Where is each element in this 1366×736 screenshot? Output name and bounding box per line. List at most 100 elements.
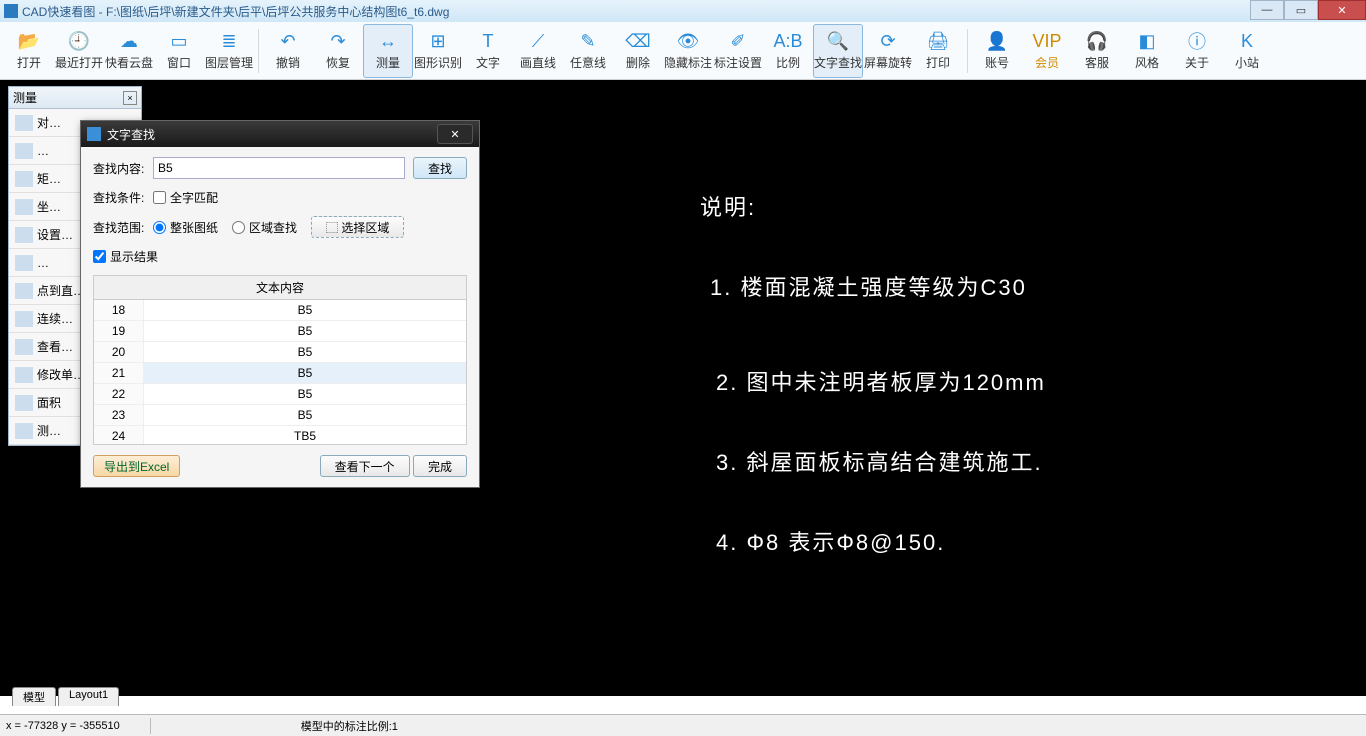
result-value: TB5 xyxy=(144,426,466,445)
tool-label: 文字 xyxy=(476,54,500,71)
measure-panel-title: 测量 × xyxy=(9,87,141,109)
tool-比例[interactable]: A:B比例 xyxy=(763,24,813,78)
window-controls: — ▭ ✕ xyxy=(1250,0,1366,20)
tool-隐藏标注[interactable]: 👁隐藏标注 xyxy=(663,24,713,78)
tool-label: 客服 xyxy=(1085,54,1109,71)
画直线-icon: ⟋ xyxy=(526,30,550,52)
tool-画直线[interactable]: ⟋ 画直线 xyxy=(513,24,563,78)
tool-label: 打印 xyxy=(926,54,950,71)
search-button[interactable]: 查找 xyxy=(413,157,467,179)
result-row[interactable]: 18B5 xyxy=(94,300,466,321)
删除-icon: ⌫ xyxy=(626,30,650,52)
关于-icon: ⓘ xyxy=(1185,30,1209,52)
tool-关于[interactable]: ⓘ关于 xyxy=(1172,24,1222,78)
scope-all-option[interactable]: 整张图纸 xyxy=(153,219,218,236)
find-content-label: 查找内容: xyxy=(93,160,153,177)
scope-region-option[interactable]: 区域查找 xyxy=(232,219,297,236)
tool-任意线[interactable]: ✎任意线 xyxy=(563,24,613,78)
view-next-button[interactable]: 查看下一个 xyxy=(320,455,410,477)
tool-撤销[interactable]: ↶撤销 xyxy=(263,24,313,78)
show-results-checkbox[interactable] xyxy=(93,250,106,263)
status-coords: x = -77328 y = -355510 xyxy=(6,720,120,732)
maximize-button[interactable]: ▭ xyxy=(1284,0,1318,20)
measure-item-label: … xyxy=(37,256,49,270)
tool-屏幕旋转[interactable]: ⟳屏幕旋转 xyxy=(863,24,913,78)
tool-文字[interactable]: T文字 xyxy=(463,24,513,78)
tool-风格[interactable]: ◧风格 xyxy=(1122,24,1172,78)
result-row[interactable]: 24TB5 xyxy=(94,426,466,445)
results-column-header: 文本内容 xyxy=(94,276,466,300)
result-row[interactable]: 19B5 xyxy=(94,321,466,342)
dialog-title-text: 文字查找 xyxy=(107,126,155,143)
tool-快看云盘[interactable]: ☁快看云盘 xyxy=(104,24,154,78)
最近打开-icon: 🕘 xyxy=(67,30,91,52)
scope-region-radio[interactable] xyxy=(232,221,245,234)
标注设置-icon: ✐ xyxy=(726,30,750,52)
show-results-option[interactable]: 显示结果 xyxy=(93,248,158,265)
tool-小站[interactable]: K小站 xyxy=(1222,24,1272,78)
statusbar: x = -77328 y = -355510 模型中的标注比例:1 xyxy=(0,714,1366,736)
full-match-checkbox[interactable] xyxy=(153,191,166,204)
tool-账号[interactable]: 👤账号 xyxy=(972,24,1022,78)
layout-tab-layout1[interactable]: Layout1 xyxy=(58,687,119,706)
快看云盘-icon: ☁ xyxy=(117,30,141,52)
tool-测量[interactable]: ↔测量 xyxy=(363,24,413,78)
tool-图形识别[interactable]: ⊞图形识别 xyxy=(413,24,463,78)
result-index: 22 xyxy=(94,384,144,404)
tool-label: 窗口 xyxy=(167,54,191,71)
measure-panel-title-text: 测量 xyxy=(13,89,37,106)
status-scale: 模型中的标注比例:1 xyxy=(301,718,398,734)
measure-item-label: 测… xyxy=(37,422,61,439)
result-row[interactable]: 22B5 xyxy=(94,384,466,405)
titlebar: CAD快速看图 - F:\图纸\后坪\新建文件夹\后平\后坪公共服务中心结构图t… xyxy=(0,0,1366,22)
app-icon xyxy=(4,4,18,18)
measure-panel-close-icon[interactable]: × xyxy=(123,91,137,105)
tool-会员[interactable]: VIP会员 xyxy=(1022,24,1072,78)
tool-客服[interactable]: 🎧客服 xyxy=(1072,24,1122,78)
results-table[interactable]: 文本内容 18B519B520B521B522B523B524TB5 xyxy=(93,275,467,445)
窗口-icon: ▭ xyxy=(167,30,191,52)
export-excel-button[interactable]: 导出到Excel xyxy=(93,455,180,477)
tool-删除[interactable]: ⌫删除 xyxy=(613,24,663,78)
tool-标注设置[interactable]: ✐标注设置 xyxy=(713,24,763,78)
drawing-note-2: 2. 图中未注明者板厚为120mm xyxy=(716,365,1046,397)
result-index: 20 xyxy=(94,342,144,362)
tool-恢复[interactable]: ↷恢复 xyxy=(313,24,363,78)
full-match-option[interactable]: 全字匹配 xyxy=(153,189,218,206)
dialog-close-button[interactable]: ✕ xyxy=(437,124,473,144)
tool-label: 撤销 xyxy=(276,54,300,71)
status-divider xyxy=(150,718,151,734)
tool-窗口[interactable]: ▭ 窗口 xyxy=(154,24,204,78)
tool-文字查找[interactable]: 🔍 文字查找 xyxy=(813,24,863,78)
tool-打开[interactable]: 📂打开 xyxy=(4,24,54,78)
measure-item-icon xyxy=(15,115,33,131)
drawing-note-title: 说明: xyxy=(700,190,756,222)
tool-图层管理[interactable]: ≣图层管理 xyxy=(204,24,254,78)
toolbar-divider xyxy=(967,29,968,73)
tool-最近打开[interactable]: 🕘最近打开 xyxy=(54,24,104,78)
tool-打印[interactable]: 🖨打印 xyxy=(913,24,963,78)
layout-tab-model[interactable]: 模型 xyxy=(12,687,56,706)
result-row[interactable]: 20B5 xyxy=(94,342,466,363)
result-value: B5 xyxy=(144,405,466,425)
close-button[interactable]: ✕ xyxy=(1318,0,1366,20)
measure-item-icon xyxy=(15,395,33,411)
tool-label: 画直线 xyxy=(520,54,556,71)
result-row[interactable]: 21B5 xyxy=(94,363,466,384)
文字查找-icon: 🔍 xyxy=(826,30,850,52)
measure-item-label: 连续… xyxy=(37,310,73,327)
measure-item-icon xyxy=(15,199,33,215)
result-row[interactable]: 23B5 xyxy=(94,405,466,426)
done-button[interactable]: 完成 xyxy=(413,455,467,477)
dialog-titlebar[interactable]: 文字查找 ✕ xyxy=(81,121,479,147)
tool-label: 比例 xyxy=(776,54,800,71)
measure-item-label: 面积 xyxy=(37,394,61,411)
scope-all-radio[interactable] xyxy=(153,221,166,234)
tool-label: 图形识别 xyxy=(414,54,462,71)
select-region-button[interactable]: ⬚ 选择区域 xyxy=(311,216,404,238)
measure-item-icon xyxy=(15,339,33,355)
tool-label: 文字查找 xyxy=(814,54,862,71)
minimize-button[interactable]: — xyxy=(1250,0,1284,20)
find-content-input[interactable] xyxy=(153,157,405,179)
tool-label: 小站 xyxy=(1235,54,1259,71)
